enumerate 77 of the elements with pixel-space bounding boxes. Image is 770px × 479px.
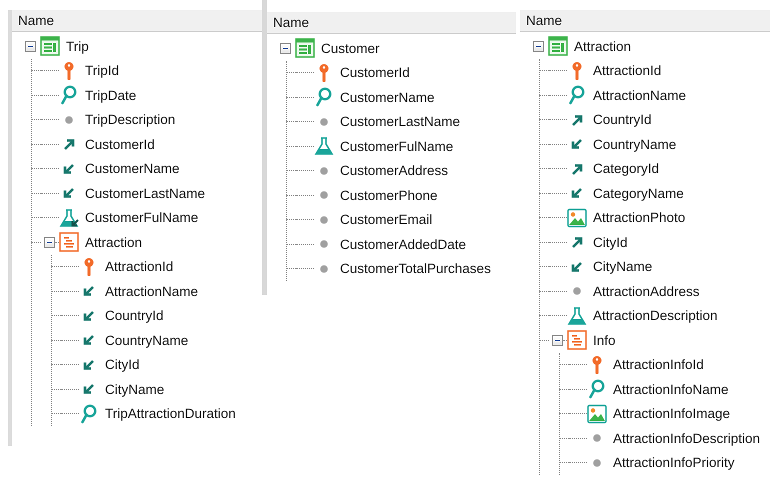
collapse-toggle[interactable] xyxy=(44,236,55,248)
tree-item[interactable]: AttractionName xyxy=(593,88,686,103)
tree-item[interactable]: CategoryName xyxy=(593,186,684,201)
column-header[interactable]: Name xyxy=(267,12,516,34)
tree-item[interactable]: AttractionInfoName xyxy=(613,382,729,397)
tree-item[interactable]: CustomerAddedDate xyxy=(340,236,466,252)
tree-item[interactable]: Attraction xyxy=(574,38,632,54)
table-icon xyxy=(295,38,315,58)
table-icon xyxy=(548,36,568,56)
column-header[interactable]: Name xyxy=(12,10,262,32)
collapse-toggle[interactable] xyxy=(533,40,544,52)
dot-icon xyxy=(320,240,328,248)
tree-item[interactable]: CustomerLastName xyxy=(340,114,460,130)
tree-item[interactable]: AttractionAddress xyxy=(593,284,700,299)
tree-item[interactable]: CustomerName xyxy=(85,161,180,176)
tree-item[interactable]: CustomerId xyxy=(340,65,410,80)
tree-item[interactable]: AttractionInfoId xyxy=(613,357,704,372)
tree-item[interactable]: CityName xyxy=(593,259,652,274)
tree-item[interactable]: CityId xyxy=(105,357,140,372)
tree-item[interactable]: Trip xyxy=(66,38,89,54)
collapse-toggle[interactable] xyxy=(280,42,291,54)
tree-item[interactable]: CountryName xyxy=(105,332,188,348)
tree-item[interactable]: CustomerFulName xyxy=(340,138,454,154)
table-icon xyxy=(40,36,60,56)
magnifier-icon xyxy=(314,87,334,108)
tree-item[interactable]: AttractionId xyxy=(593,63,662,78)
dot-icon xyxy=(320,264,328,273)
tree-item[interactable]: CustomerName xyxy=(340,90,435,105)
dot-icon xyxy=(320,191,328,200)
dot-icon xyxy=(320,166,328,175)
magnifier-icon xyxy=(79,404,99,424)
image-icon xyxy=(587,404,607,424)
tree-item[interactable]: CustomerAddress xyxy=(340,163,448,178)
tree-item[interactable]: TripId xyxy=(85,63,120,78)
tree-item[interactable]: AttractionInfoPriority xyxy=(613,455,735,470)
tree-item[interactable]: AttractionName xyxy=(105,284,198,299)
dot-icon xyxy=(593,458,601,467)
tree-item[interactable]: CityName xyxy=(105,382,164,397)
tree-item[interactable]: CountryName xyxy=(593,136,676,152)
flask-icon xyxy=(567,306,587,326)
column-header[interactable]: Name xyxy=(520,10,770,32)
tree-item[interactable]: TripDescription xyxy=(85,112,176,128)
tree-item[interactable]: CustomerId xyxy=(85,136,155,152)
list-icon xyxy=(59,232,79,252)
magnifier-icon xyxy=(567,85,587,106)
dot-icon xyxy=(593,434,601,442)
tree-item[interactable]: Customer xyxy=(321,40,380,56)
tree-item[interactable]: CustomerFulName xyxy=(85,210,198,226)
tree-item[interactable]: CustomerLastName xyxy=(85,186,206,201)
tree-item[interactable]: CustomerTotalPurchases xyxy=(340,261,491,276)
dot-icon xyxy=(65,116,73,124)
tree-item[interactable]: AttractionDescription xyxy=(593,308,718,324)
tree-item[interactable]: Info xyxy=(593,332,616,348)
tree-item[interactable]: CountryId xyxy=(105,308,164,324)
collapse-toggle[interactable] xyxy=(552,334,563,346)
list-icon xyxy=(567,330,587,350)
tree-item[interactable]: CustomerEmail xyxy=(340,212,432,228)
tree-item[interactable]: Attraction xyxy=(85,234,142,250)
image-icon xyxy=(567,208,587,228)
tree-item[interactable]: CityId xyxy=(593,234,628,250)
tree-item[interactable]: TripDate xyxy=(85,88,136,103)
flask-icon xyxy=(314,136,334,156)
tree-item[interactable]: AttractionId xyxy=(105,259,174,274)
tree-item[interactable]: CountryId xyxy=(593,112,652,128)
dot-icon xyxy=(573,287,581,296)
tree-item[interactable]: AttractionInfoDescription xyxy=(613,430,760,446)
tree-item[interactable]: AttractionInfoImage xyxy=(613,406,730,422)
dot-icon xyxy=(320,216,328,224)
tree-item[interactable]: AttractionPhoto xyxy=(593,210,686,226)
collapse-toggle[interactable] xyxy=(25,40,36,52)
magnifier-icon xyxy=(59,85,79,106)
dot-icon xyxy=(320,118,328,126)
tree-item[interactable]: TripAttractionDuration xyxy=(105,406,236,422)
flask-icon xyxy=(59,208,79,228)
tree-item[interactable]: CategoryId xyxy=(593,161,660,176)
magnifier-icon xyxy=(587,379,607,400)
tree-item[interactable]: CustomerPhone xyxy=(340,188,438,203)
